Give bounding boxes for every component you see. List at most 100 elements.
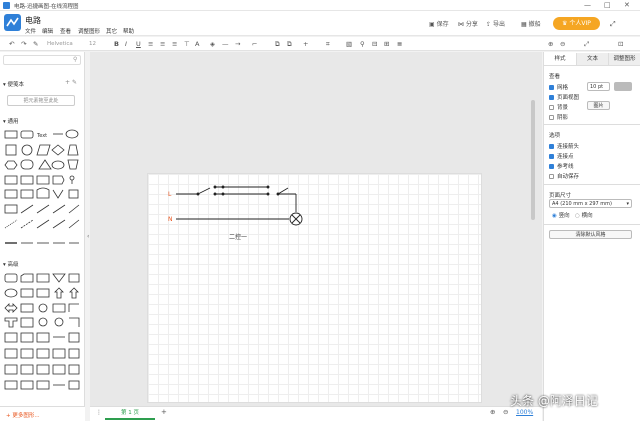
fill-color-icon[interactable]: ◈ [210,40,215,48]
switch-1-contact-bottom [213,192,217,196]
share-button[interactable]: ⋈ 分享 [458,19,478,28]
more-shapes-link[interactable]: + 更多图形... [6,411,40,419]
italic-icon[interactable]: I [125,40,127,48]
line-arrow-icon[interactable]: → [235,40,240,48]
label-neutral[interactable]: N [168,216,173,223]
page-tab-bar [90,406,542,421]
advanced-shapes-grid[interactable] [4,271,80,399]
grid-size-input[interactable]: 10 pt [587,82,610,91]
vertical-scrollbar[interactable] [531,100,535,220]
table-icon[interactable]: ⊞ [384,40,389,48]
menu-file[interactable]: 文件 [25,27,36,35]
fit-icon[interactable]: ⤢ [584,40,589,49]
scratchpad-add-icon[interactable]: + [65,79,70,86]
connection-points-checkbox[interactable]: 连接点 [549,152,574,160]
diagram-caption[interactable]: 二控一 [229,232,247,241]
link-icon[interactable]: ⚲ [360,40,365,48]
insert-plus-icon[interactable]: + [303,40,308,48]
shape-cloud [51,160,65,170]
collapse-icon[interactable]: ⊡ [618,40,623,48]
background-checkbox[interactable]: 背景 [549,103,568,111]
tab-text[interactable]: 文本 [576,53,608,66]
collapse-left-panel-icon[interactable]: ‹ [87,233,89,240]
draft-button[interactable]: ▦ 撤船 [521,19,541,28]
portrait-radio[interactable]: ◉ 竖向 [552,211,570,219]
gradient-icon[interactable]: ▧ [346,40,352,48]
clear-default-style-button[interactable]: 清除默认风格 [549,230,632,239]
autosave-checkbox[interactable]: 自动保存 [549,172,579,180]
save-icon: ▣ [429,21,435,28]
menu-adjust-shape[interactable]: 调整图形 [78,27,100,35]
tab-page-1[interactable]: 第 1 页 [105,407,155,420]
landscape-radio[interactable]: ○ 横向 [575,211,593,219]
zoom-level[interactable]: 100% [516,409,533,416]
shape-tape [67,159,79,170]
shape-search-input[interactable] [3,55,81,65]
save-button[interactable]: ▣ 保存 [429,19,449,28]
layers-icon[interactable]: ≣ [397,40,402,48]
shape-dashed-line [4,219,18,229]
zoom-out-icon[interactable]: ⊖ [560,40,565,48]
background-image-button[interactable]: 图片 [587,101,610,110]
toolbar [0,37,640,51]
redo-icon[interactable]: ↷ [21,40,26,48]
shape-cylinder [20,159,34,170]
crop-icon[interactable]: ⌗ [326,40,330,49]
add-page-icon[interactable]: + [161,408,167,416]
tab-style[interactable]: 样式 [544,53,576,66]
align-left-icon[interactable]: ≡ [148,40,153,48]
general-shapes-header[interactable]: ▾ 通用 [3,117,19,125]
vertical-align-icon[interactable]: ⊤ [184,40,190,48]
minimize-icon[interactable]: — [584,1,591,9]
vip-upgrade-button[interactable]: ♛ 个人VIP [553,17,600,30]
export-button[interactable]: ⇪ 导出 [486,19,505,28]
guides-checkbox[interactable]: 参考线 [549,162,574,170]
shape-card [20,189,34,199]
tab-adjust-shape[interactable]: 调整图形 [608,53,640,66]
menu-other[interactable]: 其它 [106,27,117,35]
menu-help[interactable]: 帮助 [123,27,134,35]
shadow-checkbox[interactable]: 阴影 [549,113,568,121]
align-right-icon[interactable]: ≡ [172,40,177,48]
zoom-in-bottom-icon[interactable]: ⊕ [490,408,495,416]
search-icon[interactable]: ⚲ [73,56,77,63]
align-center-icon[interactable]: ≡ [160,40,165,48]
font-family-select[interactable]: Helvetica [47,41,73,47]
connection-arrows-checkbox[interactable]: 连接箭头 [549,142,579,150]
scratchpad-edit-icon[interactable]: ✎ [72,79,77,86]
page-menu-icon[interactable]: ⋮ [96,409,102,416]
shape-actor [69,175,75,181]
grid-color-swatch[interactable] [614,82,632,91]
scratchpad-drop-area[interactable]: 把元素拖至此处 [7,95,75,106]
check-icon [549,154,554,159]
font-size-select[interactable]: 12 [89,41,96,47]
menu-view[interactable]: 查看 [60,27,71,35]
close-icon[interactable]: ✕ [624,1,630,9]
format-paint-icon[interactable]: ✎ [33,40,38,48]
to-front-icon[interactable]: ⧉ [275,40,280,49]
connector-style-icon[interactable]: ⌐ [252,40,257,48]
general-shapes-grid[interactable]: Text [4,128,80,252]
page-view-checkbox[interactable]: 页面视图 [549,93,579,101]
zoom-out-bottom-icon[interactable]: ⊖ [503,408,508,416]
underline-icon[interactable]: U [136,40,141,48]
scratchpad-header[interactable]: ▾ 便笺本 [3,80,24,88]
paper-size-select[interactable]: A4 (210 mm x 297 mm) ▾ [549,199,632,208]
grid-checkbox[interactable]: 网格 [549,83,568,91]
zoom-in-icon[interactable]: ⊕ [548,40,553,48]
fullscreen-icon[interactable]: ⤢ [610,20,616,29]
document-name[interactable]: 电路 [25,15,41,26]
view-section-title: 查看 [549,74,561,80]
to-back-icon[interactable]: ⧉ [287,40,292,49]
text-color-icon[interactable]: A [195,40,199,48]
bold-icon[interactable]: B [114,40,119,48]
lock-icon[interactable]: ⊟ [372,40,377,48]
line-style-icon[interactable]: — [222,40,229,48]
switch-1-blade [197,187,211,195]
advanced-shapes-header[interactable]: ▾ 高级 [3,260,19,268]
undo-icon[interactable]: ↶ [9,40,14,48]
switch-2-contact-top [266,185,270,189]
menu-edit[interactable]: 编辑 [42,27,53,35]
maximize-icon[interactable]: □ [604,1,611,9]
label-live[interactable]: L [168,191,171,198]
